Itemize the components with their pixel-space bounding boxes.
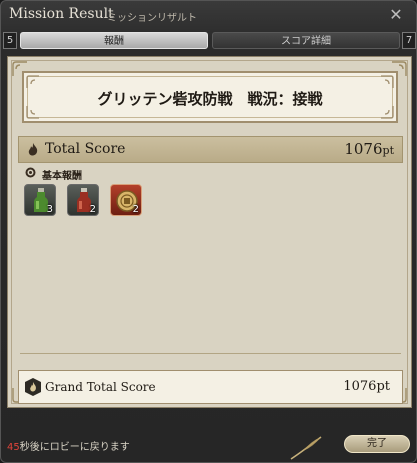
gear-icon — [25, 167, 36, 178]
quill-icon — [290, 436, 322, 460]
basic-reward-label: 基本報酬 — [42, 171, 82, 182]
tab-next-key: 7 — [402, 32, 416, 49]
result-panel: グリッテン砦攻防戦 戦況：接戦 Total Score 1076pt 基本報酬 … — [7, 56, 412, 408]
grand-total-label: Grand Total Score — [45, 380, 156, 394]
banner-ornament-icon — [26, 75, 39, 88]
item-count: 3 — [46, 204, 53, 215]
total-score-row: Total Score 1076pt — [18, 136, 403, 163]
title-bar: Mission Result ミッションリザルト ✕ — [1, 1, 417, 29]
tab-score-details[interactable]: スコア詳細 — [212, 32, 400, 49]
total-score-unit: pt — [382, 144, 394, 157]
banner-ornament-icon — [381, 75, 394, 88]
reward-item-green-potion[interactable]: 3 — [24, 184, 56, 216]
section-divider — [20, 353, 401, 354]
flame-emblem-icon — [25, 378, 41, 396]
tab-prev-key: 5 — [3, 32, 17, 49]
total-score-number: 1076 — [344, 140, 383, 158]
countdown-seconds: 45 — [7, 442, 20, 453]
window-subtitle: ミッションリザルト — [107, 13, 197, 24]
item-count: 2 — [132, 204, 139, 215]
reward-item-red-potion[interactable]: 2 — [67, 184, 99, 216]
window-title: Mission Result — [9, 6, 114, 22]
item-count: 2 — [89, 204, 96, 215]
flame-icon — [28, 143, 38, 156]
close-button[interactable]: ✕ — [388, 7, 404, 23]
battle-status-banner: グリッテン砦攻防戦 戦況：接戦 — [22, 71, 398, 123]
grand-total-row: Grand Total Score 1076pt — [18, 370, 403, 404]
reward-item-gold-coin[interactable]: 2 — [110, 184, 142, 216]
done-button[interactable]: 完了 — [344, 435, 410, 453]
total-score-label: Total Score — [45, 141, 126, 157]
countdown-message: 秒後にロビーに戻ります — [19, 442, 130, 453]
close-icon: ✕ — [389, 5, 403, 24]
tab-bar: 5 報酬 スコア詳細 7 — [1, 32, 417, 50]
battle-status-text: グリッテン砦攻防戦 戦況：接戦 — [97, 90, 323, 108]
mission-result-window: Mission Result ミッションリザルト ✕ 5 報酬 スコア詳細 7 … — [0, 0, 417, 463]
total-score-value: 1076pt — [344, 140, 394, 158]
lobby-countdown: 45秒後にロビーに戻ります — [7, 438, 130, 453]
tab-rewards[interactable]: 報酬 — [20, 32, 208, 49]
grand-total-value: 1076pt — [343, 379, 390, 394]
